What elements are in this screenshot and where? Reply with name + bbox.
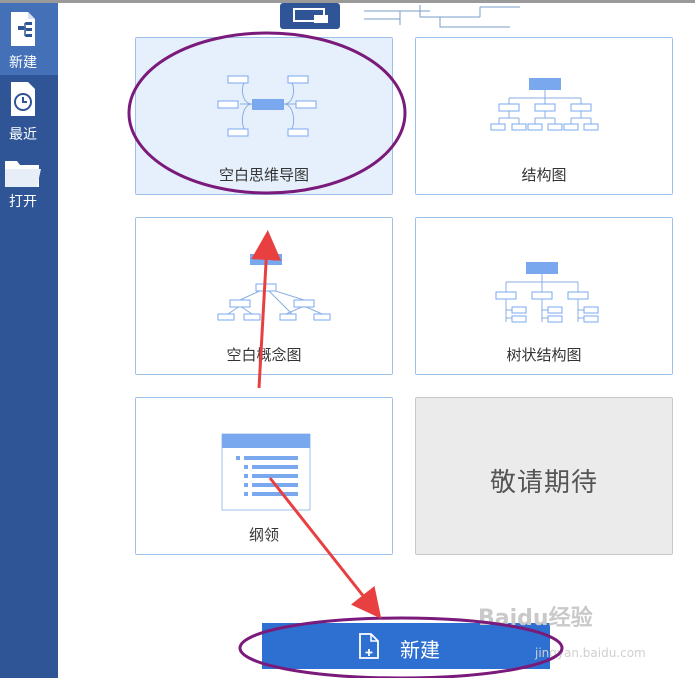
create-new-button-label: 新建: [400, 638, 440, 662]
template-card-tree-chart[interactable]: 树状结构图: [415, 217, 673, 375]
template-gallery: 空白思维导图 结构图 空白概念图 树状结构图 纲领 敬请期待 新建: [58, 3, 695, 678]
sidebar: 新建 最近 打开: [0, 3, 58, 678]
template-card-coming-soon: 敬请期待: [415, 397, 673, 555]
folder-icon: [5, 161, 41, 187]
sidebar-item-label: 最近: [9, 127, 37, 143]
template-card-concept-map[interactable]: 空白概念图: [135, 217, 393, 375]
baidu-watermark: Baidu经验: [478, 606, 593, 631]
header-illustration: [280, 3, 520, 29]
outline-icon: [221, 433, 311, 511]
sidebar-item-label: 新建: [9, 55, 37, 71]
template-card-label: 树状结构图: [506, 346, 582, 364]
template-card-org-chart[interactable]: 结构图: [415, 37, 673, 195]
recent-clock-icon: [11, 82, 35, 116]
mindmap-icon: [217, 75, 317, 137]
template-card-mindmap[interactable]: 空白思维导图: [135, 37, 393, 195]
template-card-label: 空白概念图: [226, 346, 302, 364]
sidebar-item-open[interactable]: 打开: [0, 153, 58, 213]
new-file-icon: [359, 633, 379, 659]
org-chart-icon: [490, 78, 599, 131]
sidebar-item-new[interactable]: 新建: [0, 3, 58, 75]
tree-chart-icon: [495, 262, 599, 323]
concept-map-icon: [217, 254, 331, 321]
coming-soon-text: 敬请期待: [489, 468, 598, 498]
template-card-outline[interactable]: 纲领: [135, 397, 393, 555]
baidu-watermark-url: jingyan.baidu.com: [535, 646, 646, 660]
template-card-label: 空白思维导图: [218, 166, 309, 184]
sidebar-item-recent[interactable]: 最近: [0, 79, 58, 147]
template-card-label: 纲领: [248, 526, 279, 544]
new-file-icon: [11, 12, 35, 46]
template-card-label: 结构图: [521, 166, 567, 184]
sidebar-item-label: 打开: [9, 194, 37, 210]
